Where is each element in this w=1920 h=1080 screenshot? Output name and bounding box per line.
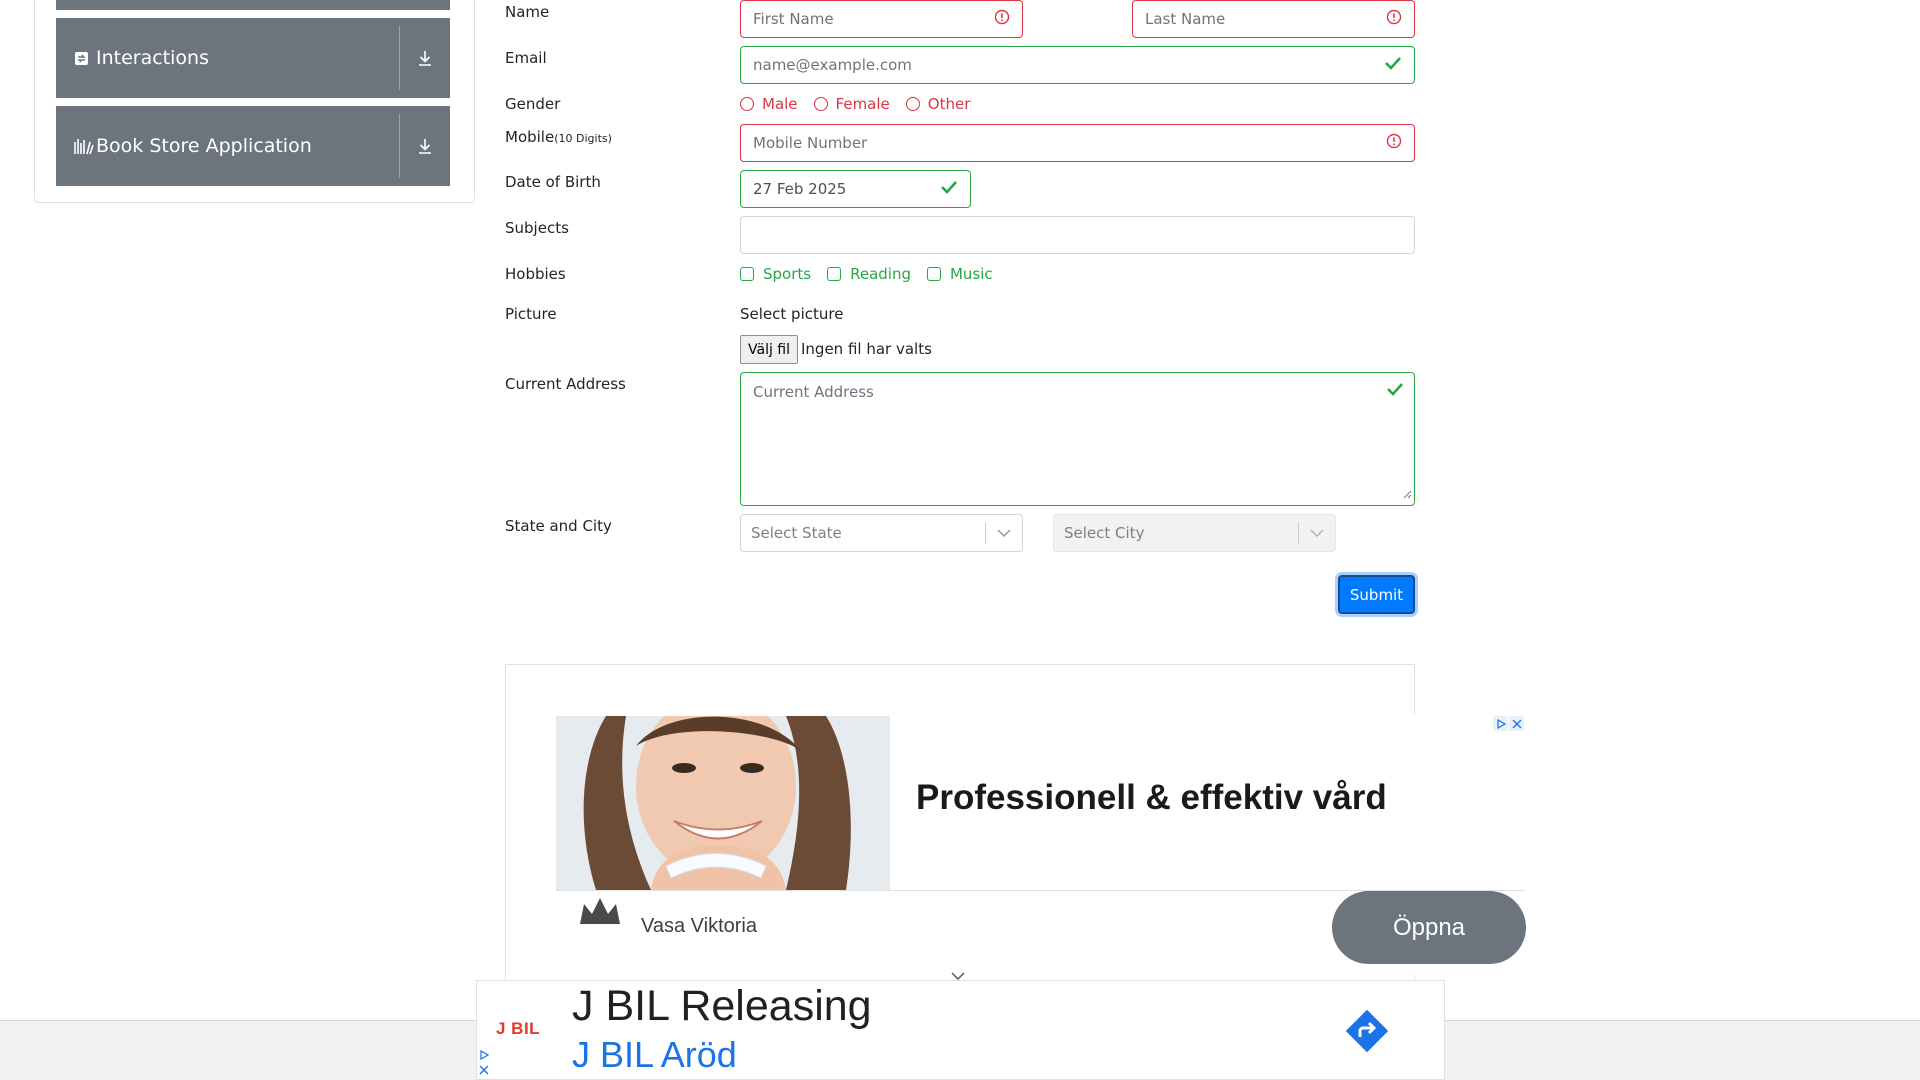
gender-option-label: Female: [835, 95, 890, 113]
choose-file-button[interactable]: Välj fil: [740, 335, 799, 364]
mobile-label-text: Mobile: [505, 128, 555, 146]
crown-logo-icon: [578, 896, 622, 932]
download-icon[interactable]: [400, 49, 450, 67]
sidebar-group-interactions[interactable]: Interactions: [56, 18, 450, 98]
email-label: Email: [505, 49, 547, 67]
check-icon: [1386, 382, 1404, 400]
close-icon[interactable]: [1509, 716, 1524, 731]
hobby-checkbox-reading[interactable]: Reading: [827, 265, 911, 283]
chevron-down-icon[interactable]: [986, 529, 1022, 537]
adchoices-icon[interactable]: [1493, 716, 1508, 731]
bottom-ad-subtitle[interactable]: J BIL Aröd: [572, 1034, 737, 1076]
file-status-text: Ingen fil har valts: [801, 340, 932, 358]
first-name-input[interactable]: First Name: [740, 0, 1023, 38]
mobile-placeholder: Mobile Number: [753, 134, 868, 152]
subjects-label: Subjects: [505, 219, 569, 237]
mobile-hint: (10 Digits): [554, 132, 612, 145]
date-of-birth-input[interactable]: 27 Feb 2025: [740, 170, 971, 208]
current-address-label: Current Address: [505, 375, 626, 393]
error-icon: [994, 9, 1010, 29]
book-store-icon: [74, 137, 96, 155]
first-name-placeholder: First Name: [753, 10, 834, 28]
hobby-option-label: Music: [949, 265, 993, 283]
name-label: Name: [505, 3, 550, 21]
interactions-icon: [74, 51, 96, 66]
city-placeholder: Select City: [1064, 524, 1145, 542]
chevron-down-icon[interactable]: [1299, 529, 1335, 537]
address-placeholder: Current Address: [753, 383, 874, 401]
sidebar-group-previous[interactable]: [56, 0, 450, 10]
ad-open-button[interactable]: Öppna: [1332, 891, 1526, 964]
checkbox[interactable]: [926, 267, 941, 281]
ad-headline[interactable]: Professionell & effektiv vård: [916, 778, 1387, 818]
sidebar-group-book-store[interactable]: Book Store Application: [56, 106, 450, 186]
error-icon: [1386, 133, 1402, 153]
current-address-textarea[interactable]: Current Address: [740, 372, 1415, 506]
ad-photo[interactable]: [556, 716, 890, 890]
dob-label: Date of Birth: [505, 173, 601, 191]
check-icon: [1384, 56, 1402, 74]
checkbox[interactable]: [740, 267, 754, 281]
email-input[interactable]: name@example.com: [740, 46, 1415, 84]
select-picture-caption: Select picture: [740, 305, 844, 323]
city-select[interactable]: Select City: [1053, 514, 1336, 552]
bottom-ad-banner[interactable]: J BIL J BIL Releasing J BIL Aröd: [476, 980, 1445, 1080]
gender-option-label: Male: [762, 95, 798, 113]
ad-choices[interactable]: [1493, 716, 1524, 731]
subjects-input[interactable]: [740, 216, 1415, 254]
gender-radio-group: Male Female Other: [740, 95, 986, 113]
gender-radio-male[interactable]: Male: [740, 95, 798, 113]
picture-label: Picture: [505, 305, 557, 323]
hobby-option-label: Sports: [763, 265, 812, 283]
radio-circle[interactable]: [905, 97, 920, 111]
checkbox[interactable]: [827, 267, 842, 281]
gender-radio-female[interactable]: Female: [813, 95, 890, 113]
gender-radio-other[interactable]: Other: [905, 95, 971, 113]
hobbies-checkbox-group: Sports Reading Music: [740, 265, 1009, 283]
resize-grip-icon[interactable]: [1403, 485, 1412, 503]
sidebar-group-label: Book Store Application: [96, 135, 312, 157]
directions-icon[interactable]: [1341, 1005, 1393, 1061]
radio-circle[interactable]: [740, 97, 754, 111]
dob-value: 27 Feb 2025: [753, 180, 847, 198]
last-name-placeholder: Last Name: [1145, 10, 1226, 28]
ad-info-icons[interactable]: [479, 1049, 490, 1079]
bottom-ad-title[interactable]: J BIL Releasing: [572, 982, 872, 1031]
check-icon: [940, 180, 958, 198]
last-name-input[interactable]: Last Name: [1132, 0, 1415, 38]
hobby-checkbox-sports[interactable]: Sports: [740, 265, 811, 283]
sidebar-group-label: Interactions: [96, 47, 209, 69]
state-placeholder: Select State: [751, 524, 842, 542]
hobby-checkbox-music[interactable]: Music: [926, 265, 993, 283]
gender-label: Gender: [505, 95, 561, 113]
submit-button[interactable]: Submit: [1338, 575, 1415, 614]
state-city-label: State and City: [505, 517, 612, 535]
mobile-input[interactable]: Mobile Number: [740, 124, 1415, 162]
adchoices-icon: [480, 1049, 490, 1061]
mobile-label: Mobile(10 Digits): [505, 128, 612, 146]
ad-brand-name[interactable]: Vasa Viktoria: [641, 915, 757, 938]
hobby-option-label: Reading: [850, 265, 911, 283]
jbil-logo: J BIL: [496, 1019, 541, 1038]
state-select[interactable]: Select State: [740, 514, 1023, 552]
close-icon: [479, 1065, 489, 1075]
hobbies-label: Hobbies: [505, 265, 566, 283]
download-icon[interactable]: [400, 137, 450, 155]
email-placeholder: name@example.com: [753, 56, 912, 74]
error-icon: [1386, 9, 1402, 29]
radio-circle[interactable]: [813, 97, 828, 111]
gender-option-label: Other: [927, 95, 971, 113]
